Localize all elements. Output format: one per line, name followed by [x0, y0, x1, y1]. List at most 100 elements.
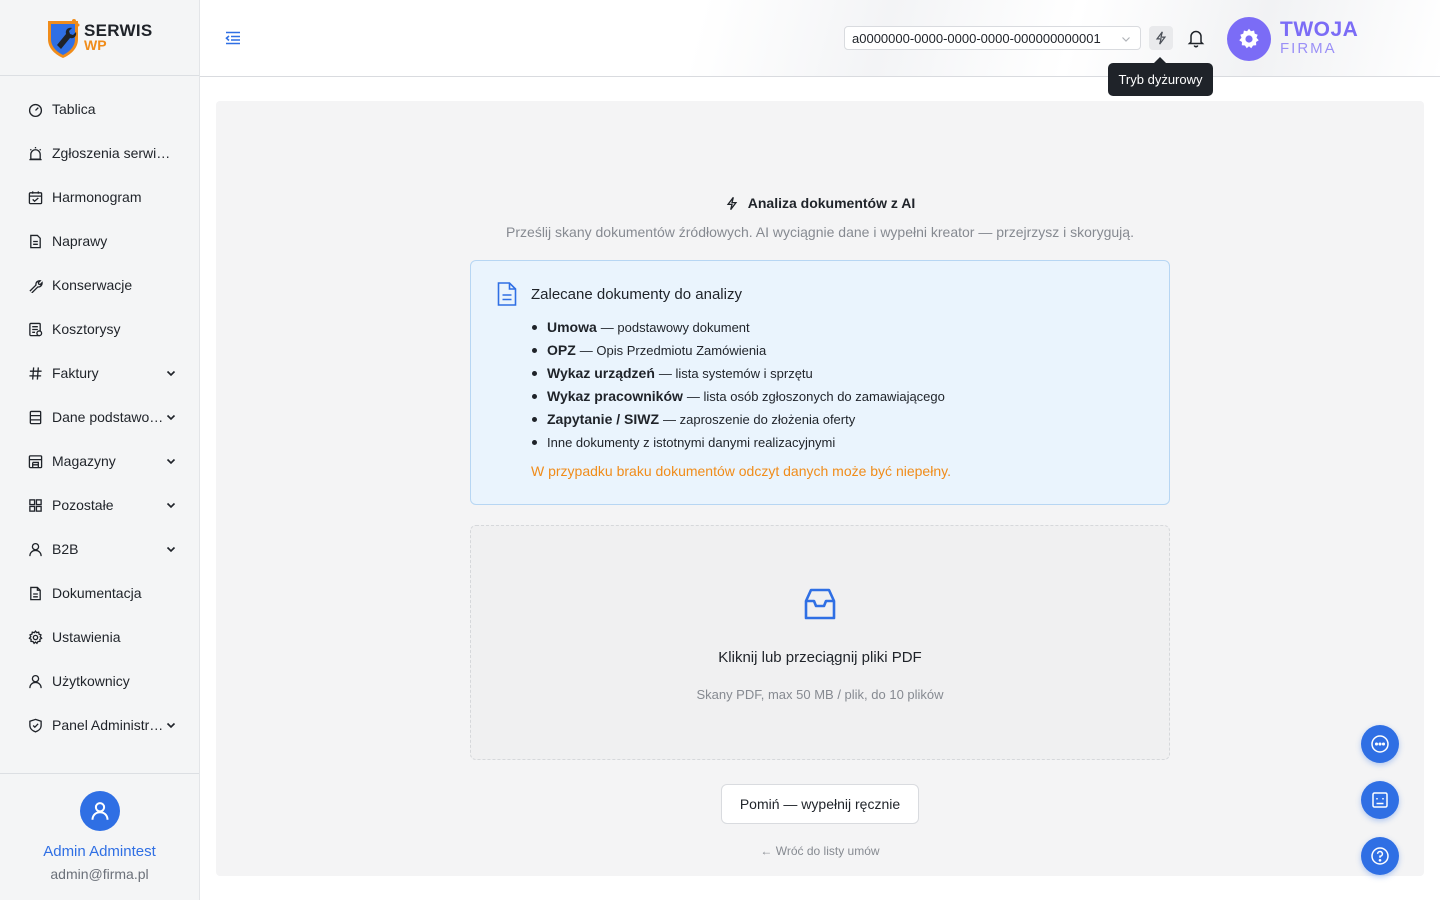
sidebar-nav: Tablica Zgłoszenia serwisowe Harmonogram… — [0, 76, 199, 747]
avatar[interactable] — [79, 791, 120, 831]
sidebar-item-faktury[interactable]: Faktury — [0, 351, 199, 395]
calendar-icon — [27, 189, 43, 205]
file-icon — [27, 585, 43, 601]
lightning-icon — [725, 196, 739, 211]
sidebar-item-magazyny[interactable]: Magazyny — [0, 439, 199, 483]
company-logo[interactable]: TWOJA FIRMA — [1227, 17, 1358, 61]
sidebar-item-pozostale[interactable]: Pozostałe — [0, 483, 199, 527]
company-gear-icon — [1227, 17, 1271, 61]
logo[interactable]: SERWIS WP — [0, 0, 199, 76]
sidebar-item-dokumentacja[interactable]: Dokumentacja — [0, 571, 199, 615]
help-icon — [1371, 847, 1389, 865]
sidebar-item-label: Faktury — [52, 365, 99, 381]
warning-text: W przypadku braku dokumentów odczyt dany… — [531, 463, 951, 479]
list-item-term: Wykaz urządzeń — [547, 365, 655, 381]
user-name: Admin Admintest — [43, 843, 156, 860]
sidebar: SERWIS WP Tablica Zgłoszenia serwisowe H… — [0, 0, 200, 900]
list-item-description: — lista systemów i sprzętu — [658, 366, 813, 381]
sidebar-item-ustawienia[interactable]: Ustawienia — [0, 615, 199, 659]
chevron-down-icon — [166, 546, 176, 553]
chevron-down-icon — [166, 458, 176, 465]
database-icon — [27, 409, 43, 425]
list-item-description: — lista osób zgłoszonych do zamawiająceg… — [686, 389, 945, 404]
user-icon — [27, 541, 43, 557]
estimate-icon — [27, 321, 43, 337]
list-item-term: OPZ — [547, 342, 576, 358]
users-icon — [27, 673, 43, 689]
brand-name: SERWIS — [84, 20, 153, 40]
main-content: Analiza dokumentów z AI Prześlij skany d… — [216, 101, 1424, 876]
list-item-description: — Opis Przedmiotu Zamówienia — [579, 343, 767, 358]
gear-icon — [27, 629, 43, 645]
logo-wrench-icon — [44, 17, 82, 59]
grid-icon — [27, 497, 43, 513]
chat-button[interactable] — [1361, 725, 1399, 763]
assistant-icon — [1372, 792, 1388, 808]
sidebar-item-label: Użytkownicy — [52, 673, 130, 689]
sidebar-item-label: Naprawy — [52, 233, 108, 249]
user-email: admin@firma.pl — [50, 866, 149, 882]
sidebar-item-dane-podstawowe[interactable]: Dane podstawowe — [0, 395, 199, 439]
dashboard-icon — [27, 101, 43, 117]
sidebar-item-harmonogram[interactable]: Harmonogram — [0, 175, 199, 219]
sidebar-item-konserwacje[interactable]: Konserwacje — [0, 263, 199, 307]
sidebar-item-label: Harmonogram — [52, 189, 142, 205]
sidebar-item-label: Panel Administratora — [52, 717, 165, 733]
wrench-icon — [27, 277, 43, 293]
recommended-docs-list: Umowa — podstawowy dokument OPZ — Opis Prz… — [532, 316, 945, 454]
page-title: Analiza dokumentów z AI — [216, 195, 1424, 211]
chevron-down-icon — [166, 502, 176, 509]
sidebar-item-zgloszenia[interactable]: Zgłoszenia serwisowe — [0, 131, 199, 175]
page-subtitle: Prześlij skany dokumentów źródłowych. AI… — [506, 224, 1134, 240]
list-item-description: — podstawowy dokument — [600, 320, 750, 335]
top-header: a0000000-0000-0000-0000-000000000001 TWO… — [200, 0, 1440, 77]
list-item-description: Inne dokumenty z istotnymi danymi realiz… — [547, 435, 836, 450]
sidebar-item-naprawy[interactable]: Naprawy — [0, 219, 199, 263]
menu-fold-icon — [225, 31, 240, 45]
assistant-button[interactable] — [1361, 781, 1399, 819]
inbox-icon — [801, 585, 839, 628]
sidebar-item-label: Pozostałe — [52, 497, 114, 513]
duty-mode-button[interactable] — [1149, 26, 1173, 50]
duty-mode-tooltip: Tryb dyżurowy — [1108, 57, 1213, 96]
dropzone-title: Kliknij lub przeciągnij pliki PDF — [718, 649, 922, 666]
bell-icon — [1187, 30, 1205, 48]
sidebar-item-panel-administratora[interactable]: Panel Administratora — [0, 703, 199, 747]
page-title-text: Analiza dokumentów z AI — [747, 195, 916, 211]
list-item: Umowa — podstawowy dokument — [532, 316, 945, 339]
alarm-icon — [27, 145, 43, 161]
list-item: Wykaz pracowników — lista osób zgłoszonyc… — [532, 385, 945, 408]
skip-fill-manually-button[interactable]: Pomiń — wypełnij ręcznie — [721, 784, 919, 824]
recommended-docs-panel: Zalecane dokumenty do analizy Umowa — pod… — [470, 260, 1170, 505]
list-item-description: — zaproszenie do złożenia oferty — [663, 412, 856, 427]
list-item-term: Umowa — [547, 319, 597, 335]
sidebar-item-label: Tablica — [52, 101, 96, 117]
sidebar-item-tablica[interactable]: Tablica — [0, 87, 199, 131]
sidebar-item-b2b[interactable]: B2B — [0, 527, 199, 571]
chevron-down-icon — [166, 722, 176, 729]
notifications-button[interactable] — [1187, 28, 1205, 48]
list-item-term: Zapytanie / SIWZ — [547, 411, 660, 427]
list-item: Zapytanie / SIWZ — zaproszenie do złożeni… — [532, 408, 945, 431]
company-name: TWOJA — [1280, 18, 1359, 41]
sidebar-item-label: Magazyny — [52, 453, 116, 469]
back-to-contracts-link[interactable]: ← Wróć do listy umów — [216, 844, 1424, 858]
chevron-down-icon — [166, 370, 176, 377]
user-icon — [91, 802, 108, 820]
sidebar-item-label: B2B — [52, 541, 79, 557]
tenant-select[interactable]: a0000000-0000-0000-0000-000000000001 — [844, 26, 1141, 50]
menu-collapse-button[interactable] — [224, 29, 242, 47]
sidebar-item-uzytkownicy[interactable]: Użytkownicy — [0, 659, 199, 703]
shield-icon — [27, 717, 43, 733]
sidebar-item-kosztorysy[interactable]: Kosztorysy — [0, 307, 199, 351]
sidebar-item-label: Zgłoszenia serwisowe — [52, 145, 177, 161]
company-subtitle: FIRMA — [1280, 40, 1337, 57]
help-button[interactable] — [1361, 837, 1399, 875]
pdf-upload-dropzone[interactable]: Kliknij lub przeciągnij pliki PDF Skany … — [470, 525, 1170, 760]
user-profile[interactable]: Admin Admintest admin@firma.pl — [0, 773, 199, 900]
document-icon — [496, 281, 518, 312]
chevron-down-icon — [166, 414, 176, 421]
list-item: OPZ — Opis Przedmiotu Zamówienia — [532, 339, 945, 362]
sidebar-item-label: Dane podstawowe — [52, 409, 165, 425]
hash-icon — [27, 365, 43, 381]
